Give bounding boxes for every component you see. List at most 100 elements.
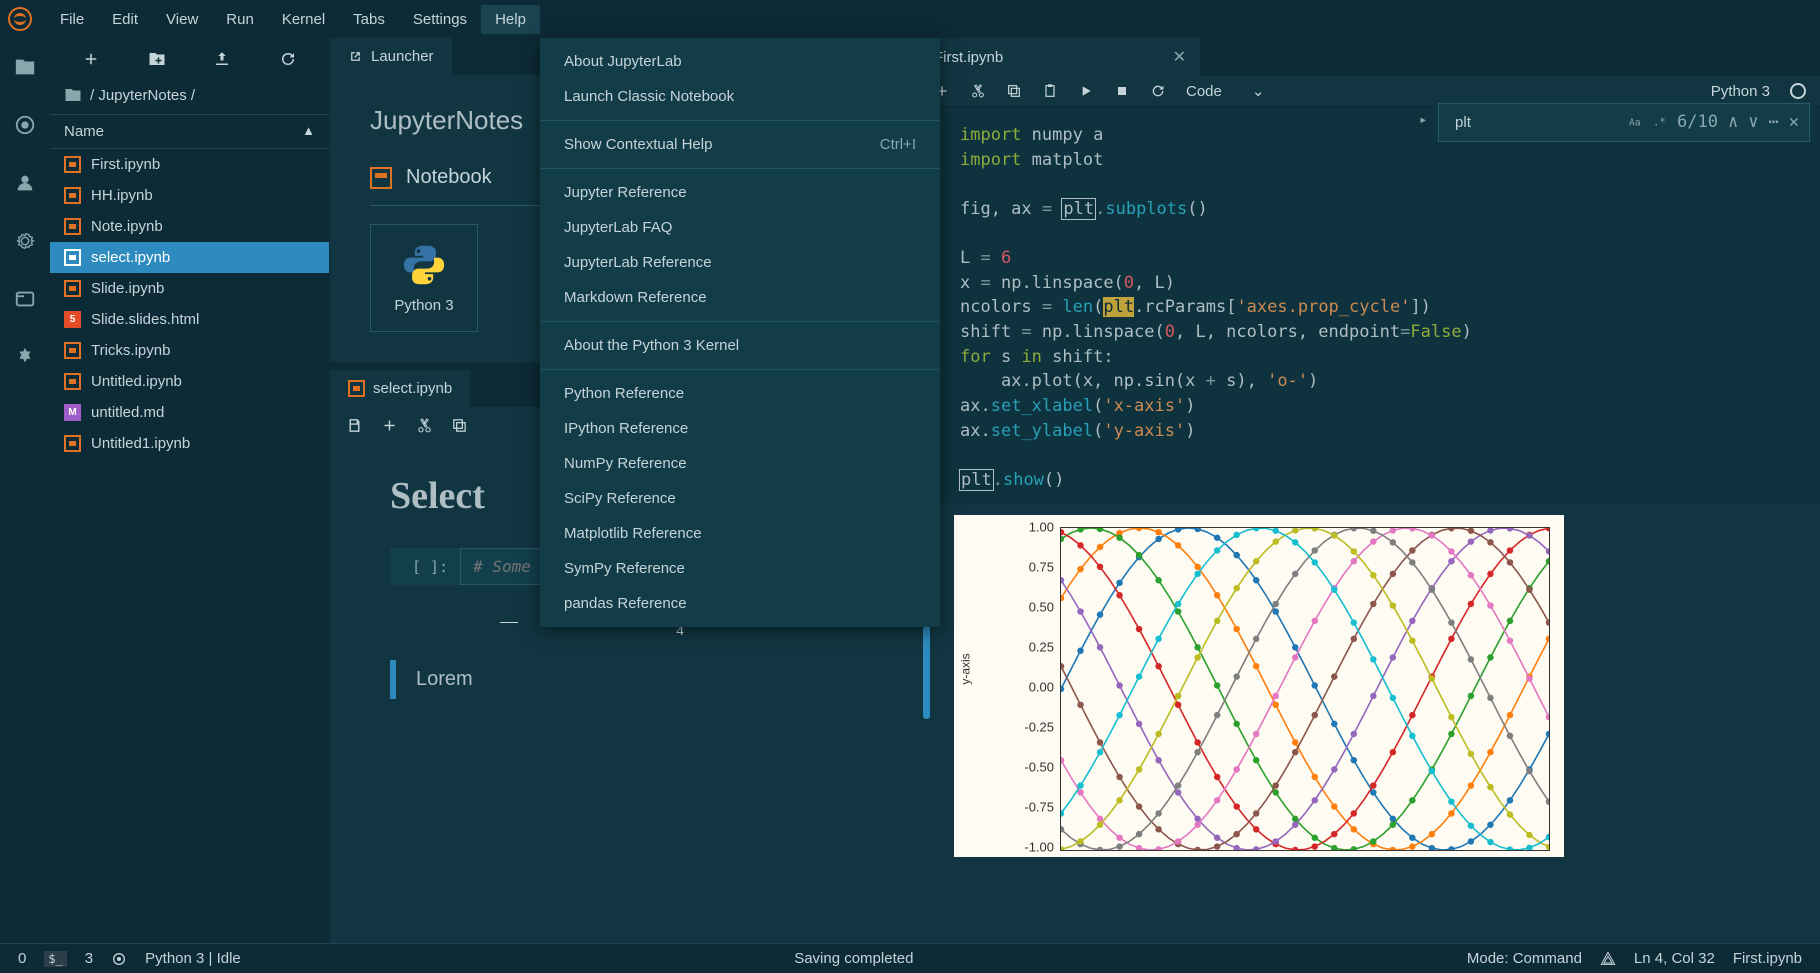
more-icon[interactable]: ⋯	[1769, 110, 1779, 135]
notebook-icon	[370, 167, 392, 189]
tab-launcher[interactable]: Launcher	[330, 38, 452, 75]
chevron-down-icon: ⌄	[1252, 82, 1265, 100]
code-editor[interactable]: ▸ Aa .* 6/10 ∧ ∨ ⋯ ✕ import numpy a impo…	[920, 107, 1820, 503]
sort-arrow-icon: ▲	[302, 123, 315, 140]
tabs-icon[interactable]	[14, 288, 36, 310]
menu-help[interactable]: Help	[481, 5, 540, 34]
file-item[interactable]: Slide.ipynb	[50, 273, 329, 304]
file-item[interactable]: 5Slide.slides.html	[50, 304, 329, 335]
stop-icon[interactable]	[1114, 83, 1130, 99]
paste-icon[interactable]	[1042, 83, 1058, 99]
find-widget: ▸ Aa .* 6/10 ∧ ∨ ⋯ ✕	[1438, 103, 1810, 142]
file-item[interactable]: Note.ipynb	[50, 211, 329, 242]
help-item[interactable]: IPython Reference	[540, 411, 940, 446]
launcher-card-python3[interactable]: Python 3	[370, 224, 478, 332]
python-logo-icon	[402, 243, 446, 287]
help-item[interactable]: Launch Classic Notebook	[540, 79, 940, 114]
ytick: -0.50	[1024, 759, 1054, 774]
tab-launcher-label: Launcher	[371, 48, 434, 65]
menu-view[interactable]: View	[152, 5, 212, 34]
case-sensitive-icon[interactable]: Aa	[1629, 115, 1643, 129]
cell-type-select[interactable]: Code ⌄	[1186, 82, 1264, 100]
breadcrumb[interactable]: / JupyterNotes /	[50, 80, 329, 114]
status-mode[interactable]: Mode: Command	[1467, 950, 1582, 967]
file-item[interactable]: Tricks.ipynb	[50, 335, 329, 366]
help-item[interactable]: SciPy Reference	[540, 481, 940, 516]
columns-header[interactable]: Name ▲	[50, 114, 329, 149]
menu-settings[interactable]: Settings	[399, 5, 481, 34]
upload-icon[interactable]	[213, 50, 231, 68]
file-item[interactable]: HH.ipynb	[50, 180, 329, 211]
prev-match-icon[interactable]: ∧	[1728, 110, 1738, 135]
run-icon[interactable]	[1078, 83, 1094, 99]
tab-first-ipynb[interactable]: First.ipynb ✕	[920, 38, 1200, 76]
launcher-section-title: Notebook	[406, 166, 492, 189]
extensions-icon[interactable]	[14, 346, 36, 368]
menu-run[interactable]: Run	[212, 5, 268, 34]
help-item[interactable]: About JupyterLab	[540, 44, 940, 79]
ytick: 0.75	[1029, 559, 1054, 574]
users-icon[interactable]	[14, 172, 36, 194]
menu-tabs[interactable]: Tabs	[339, 5, 399, 34]
kernel-status-icon[interactable]	[1790, 83, 1806, 99]
cut-icon[interactable]	[970, 83, 986, 99]
next-match-icon[interactable]: ∨	[1748, 110, 1758, 135]
tab-select-ipynb[interactable]: select.ipynb	[330, 370, 470, 407]
column-name: Name	[64, 123, 104, 140]
menu-kernel[interactable]: Kernel	[268, 5, 339, 34]
target-icon[interactable]	[14, 114, 36, 136]
help-item[interactable]: Matplotlib Reference	[540, 516, 940, 551]
kernel-name[interactable]: Python 3	[1711, 83, 1770, 100]
status-kernels-count[interactable]: 3	[85, 950, 93, 967]
menu-file[interactable]: File	[46, 5, 98, 34]
help-item[interactable]: pandas Reference	[540, 586, 940, 621]
file-item[interactable]: Muntitled.md	[50, 397, 329, 428]
file-item[interactable]: Untitled.ipynb	[50, 366, 329, 397]
ytick: 0.50	[1029, 599, 1054, 614]
ytick: -1.00	[1024, 839, 1054, 854]
close-icon[interactable]: ✕	[1173, 47, 1186, 67]
file-item[interactable]: Untitled1.ipynb	[50, 428, 329, 459]
help-item[interactable]: Python Reference	[540, 376, 940, 411]
file-item[interactable]: select.ipynb	[50, 242, 329, 273]
ytick: 1.00	[1029, 519, 1054, 534]
file-item[interactable]: First.ipynb	[50, 149, 329, 180]
help-item[interactable]: About the Python 3 Kernel	[540, 328, 940, 363]
jupyter-logo-icon	[8, 7, 32, 31]
refresh-icon[interactable]	[279, 50, 297, 68]
settings-icon[interactable]	[14, 230, 36, 252]
add-cell-icon[interactable]	[381, 417, 398, 434]
nb-file-icon	[64, 249, 81, 266]
find-input[interactable]	[1449, 112, 1619, 133]
nb-file-icon	[64, 187, 81, 204]
help-item[interactable]: JupyterLab Reference	[540, 245, 940, 280]
status-kernel[interactable]: Python 3 | Idle	[145, 950, 241, 967]
restart-icon[interactable]	[1150, 83, 1166, 99]
markdown-cell[interactable]: Lorem	[390, 660, 860, 699]
help-item[interactable]: SymPy Reference	[540, 551, 940, 586]
folder-icon[interactable]	[14, 56, 36, 78]
menu-edit[interactable]: Edit	[98, 5, 152, 34]
help-item[interactable]: JupyterLab FAQ	[540, 210, 940, 245]
kernel-sessions-icon[interactable]	[111, 951, 127, 967]
status-lncol[interactable]: Ln 4, Col 32	[1634, 950, 1715, 967]
regex-icon[interactable]: .*	[1653, 115, 1667, 129]
terminal-icon[interactable]: $_	[44, 951, 66, 967]
help-item[interactable]: Show Contextual HelpCtrl+I	[540, 127, 940, 162]
status-saving: Saving completed	[794, 950, 913, 967]
copy-icon[interactable]	[451, 417, 468, 434]
notification-icon[interactable]	[1600, 951, 1616, 967]
save-icon[interactable]	[346, 417, 363, 434]
close-icon[interactable]: ✕	[1789, 110, 1799, 135]
copy-icon[interactable]	[1006, 83, 1022, 99]
help-item[interactable]: NumPy Reference	[540, 446, 940, 481]
nb-file-icon	[64, 342, 81, 359]
status-terminals-count[interactable]: 0	[18, 950, 26, 967]
new-launcher-icon[interactable]	[82, 50, 100, 68]
expand-icon[interactable]: ▸	[1419, 110, 1427, 130]
cut-icon[interactable]	[416, 417, 433, 434]
new-folder-icon[interactable]	[148, 50, 166, 68]
help-item[interactable]: Jupyter Reference	[540, 175, 940, 210]
help-item[interactable]: Markdown Reference	[540, 280, 940, 315]
status-file[interactable]: First.ipynb	[1733, 950, 1802, 967]
